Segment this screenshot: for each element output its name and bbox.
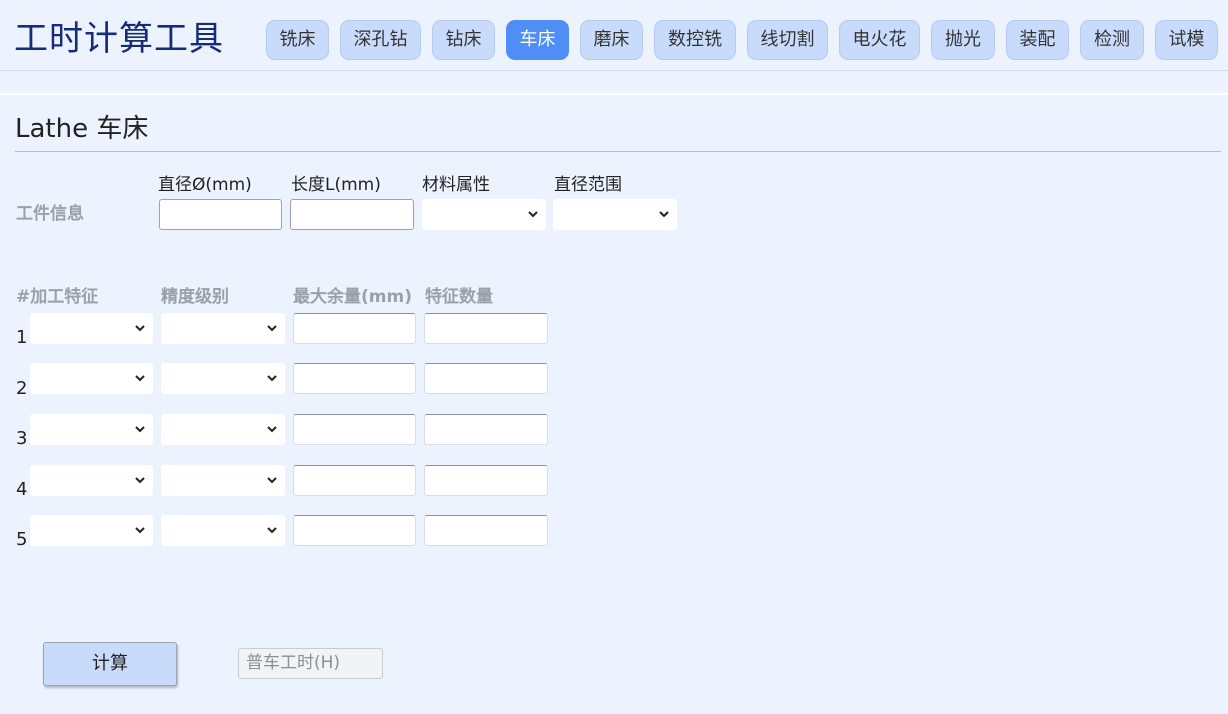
precision-select[interactable] — [161, 414, 285, 445]
chevron-down-icon — [135, 325, 145, 332]
length-label: 长度L(mm) — [291, 175, 381, 195]
feature-select[interactable] — [30, 414, 153, 445]
material-select[interactable] — [422, 199, 546, 230]
tab-assembly[interactable]: 装配 — [1006, 20, 1069, 60]
feature-count-input[interactable] — [424, 465, 548, 496]
row-number: 4 — [16, 479, 28, 500]
feature-count-input[interactable] — [424, 414, 548, 445]
app-title: 工时计算工具 — [14, 19, 224, 59]
max-allowance-input[interactable] — [293, 414, 416, 445]
precision-select[interactable] — [161, 313, 285, 344]
feature-column-header: #加工特征 — [16, 287, 99, 307]
section-divider — [15, 151, 1221, 152]
tab-polishing[interactable]: 抛光 — [931, 20, 995, 60]
chevron-down-icon — [135, 426, 145, 433]
precision-select[interactable] — [161, 515, 285, 546]
chevron-down-icon — [267, 375, 277, 382]
feature-select[interactable] — [30, 313, 153, 344]
max-allowance-input[interactable] — [293, 515, 416, 546]
max-allowance-input[interactable] — [293, 313, 416, 344]
row-number: 2 — [16, 378, 28, 399]
diameter-input[interactable] — [159, 199, 282, 230]
row-number: 1 — [16, 327, 28, 348]
diameter-label: 直径Ø(mm) — [158, 175, 252, 195]
tab-drill-press[interactable]: 钻床 — [432, 20, 495, 60]
precision-select[interactable] — [161, 465, 285, 496]
diameter-range-label: 直径范围 — [554, 175, 622, 195]
row-number: 5 — [16, 529, 28, 550]
precision-select[interactable] — [161, 363, 285, 394]
chevron-down-icon — [267, 426, 277, 433]
max-allowance-input[interactable] — [293, 465, 416, 496]
tab-mold-trial[interactable]: 试模 — [1155, 20, 1218, 60]
max-allowance-input[interactable] — [293, 363, 416, 394]
feature-select[interactable] — [30, 515, 153, 546]
material-label: 材料属性 — [422, 175, 490, 195]
calculate-button[interactable]: 计算 — [43, 642, 177, 686]
diameter-range-select[interactable] — [553, 199, 677, 230]
chevron-down-icon — [528, 211, 538, 218]
feature-count-input[interactable] — [424, 363, 548, 394]
chevron-down-icon — [135, 477, 145, 484]
lathe-hours-result[interactable]: 普车工时(H) — [238, 648, 383, 679]
tab-inspection[interactable]: 检测 — [1080, 20, 1144, 60]
precision-column-header: 精度级别 — [161, 287, 229, 307]
tab-wire-cutting[interactable]: 线切割 — [747, 20, 828, 60]
chevron-down-icon — [267, 477, 277, 484]
tab-cnc-milling[interactable]: 数控铣 — [654, 20, 736, 60]
tab-milling[interactable]: 铣床 — [266, 20, 329, 60]
max-allowance-column-header: 最大余量(mm) — [293, 287, 412, 307]
feature-select[interactable] — [30, 465, 153, 496]
chevron-down-icon — [267, 325, 277, 332]
feature-count-input[interactable] — [424, 515, 548, 546]
feature-count-input[interactable] — [424, 313, 548, 344]
tab-deep-hole-drill[interactable]: 深孔钻 — [340, 20, 421, 60]
chevron-down-icon — [267, 527, 277, 534]
chevron-down-icon — [659, 211, 669, 218]
chevron-down-icon — [135, 375, 145, 382]
length-input[interactable] — [290, 199, 414, 230]
tab-lathe[interactable]: 车床 — [506, 20, 569, 60]
feature-count-column-header: 特征数量 — [425, 287, 493, 307]
tab-grinding[interactable]: 磨床 — [580, 20, 643, 60]
lathe-panel: Lathe 车床 工件信息 直径Ø(mm) 长度L(mm) 材料属性 直径范围 … — [0, 93, 1228, 714]
row-number: 3 — [16, 428, 28, 449]
section-title: Lathe 车床 — [15, 114, 149, 144]
feature-select[interactable] — [30, 363, 153, 394]
app-header: 工时计算工具 铣床 深孔钻 钻床 车床 磨床 数控铣 线切割 电火花 抛光 装配… — [0, 0, 1228, 71]
tab-edm[interactable]: 电火花 — [839, 20, 920, 60]
chevron-down-icon — [135, 527, 145, 534]
workpiece-info-label: 工件信息 — [16, 204, 84, 224]
